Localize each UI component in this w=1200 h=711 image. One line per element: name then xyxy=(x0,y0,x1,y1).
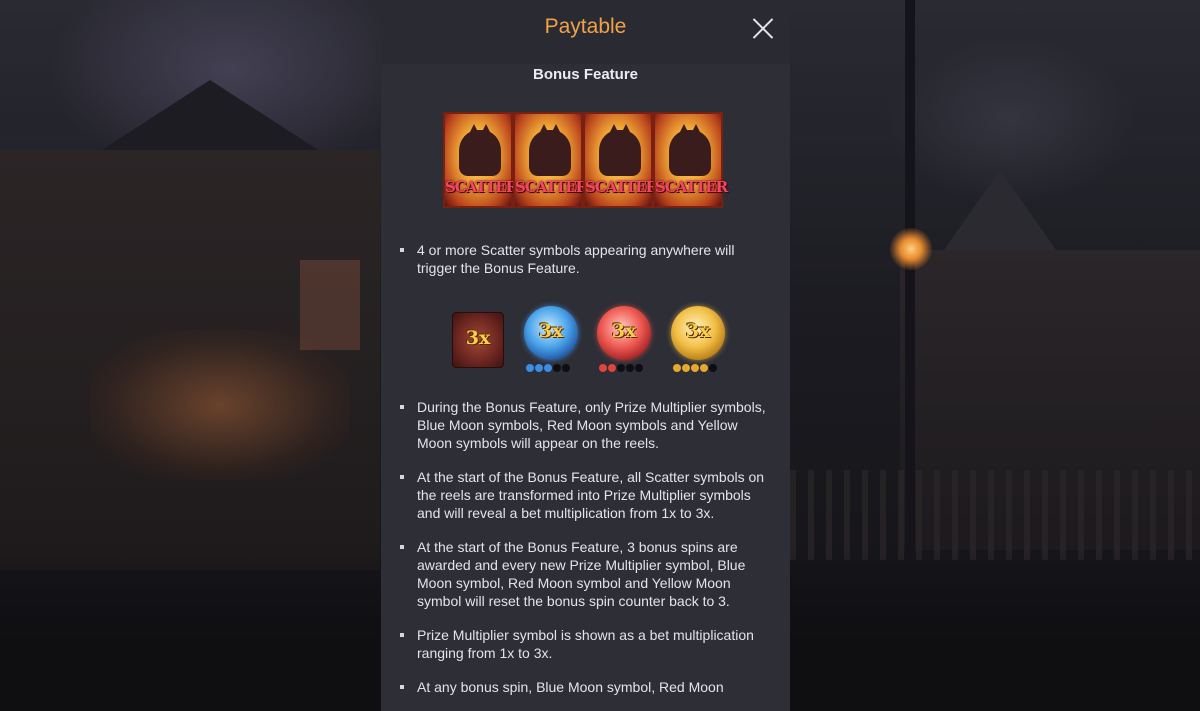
street-lamp xyxy=(890,228,932,270)
werewolf-icon xyxy=(599,124,641,176)
prize-multiplier-symbol: 3x xyxy=(452,312,504,368)
scatter-label: SCATTER xyxy=(445,178,518,196)
porch-light-glow xyxy=(90,330,350,480)
yellow-moon-level-dots xyxy=(673,364,717,372)
red-moon-symbol: 3x xyxy=(597,306,651,360)
scatter-label: SCATTER xyxy=(585,178,658,196)
dot-empty xyxy=(635,364,643,372)
yellow-moon-value: 3x xyxy=(685,320,711,342)
dot-filled xyxy=(526,364,534,372)
paytable-dialog: Paytable Bonus Feature SCATTER SCATTER S… xyxy=(381,0,790,711)
dot-filled xyxy=(608,364,616,372)
house-window xyxy=(300,260,360,350)
fence xyxy=(790,470,1200,560)
dot-empty xyxy=(562,364,570,372)
dot-empty xyxy=(626,364,634,372)
werewolf-icon xyxy=(669,124,711,176)
yellow-moon-symbol: 3x xyxy=(671,306,725,360)
close-icon[interactable] xyxy=(747,12,779,44)
dot-filled xyxy=(544,364,552,372)
bullet-item: Prize Multiplier symbol is shown as a be… xyxy=(399,626,769,662)
bullet-item: 4 or more Scatter symbols appearing anyw… xyxy=(399,241,769,277)
paytable-content[interactable]: Bonus Feature SCATTER SCATTER SCATTER SC… xyxy=(381,64,790,711)
dot-filled xyxy=(673,364,681,372)
bullet-list-bonus: During the Bonus Feature, only Prize Mul… xyxy=(399,398,769,711)
bonus-symbols-row: 3x 3x 3x 3x xyxy=(449,306,733,376)
blue-moon-level-dots xyxy=(526,364,570,372)
bullet-item: During the Bonus Feature, only Prize Mul… xyxy=(399,398,769,452)
dot-filled xyxy=(691,364,699,372)
scatter-symbol: SCATTER xyxy=(583,112,658,208)
dialog-title: Paytable xyxy=(544,15,627,38)
werewolf-icon xyxy=(459,124,501,176)
scatter-label: SCATTER xyxy=(655,178,728,196)
dot-filled xyxy=(535,364,543,372)
dot-filled xyxy=(682,364,690,372)
red-moon-value: 3x xyxy=(611,320,637,342)
dialog-header: Paytable xyxy=(381,0,790,64)
scatter-symbol: SCATTER xyxy=(653,112,728,208)
werewolf-icon xyxy=(529,124,571,176)
bullet-item: At the start of the Bonus Feature, all S… xyxy=(399,468,769,522)
scatter-symbol: SCATTER xyxy=(443,112,518,208)
dot-empty xyxy=(709,364,717,372)
scatter-symbols-row: SCATTER SCATTER SCATTER SCATTER xyxy=(443,112,728,208)
section-title: Bonus Feature xyxy=(532,66,638,83)
dot-empty xyxy=(617,364,625,372)
dot-filled xyxy=(599,364,607,372)
blue-moon-symbol: 3x xyxy=(524,306,578,360)
bullet-list-scatter: 4 or more Scatter symbols appearing anyw… xyxy=(399,241,769,293)
bullet-item: At the start of the Bonus Feature, 3 bon… xyxy=(399,538,769,610)
red-moon-level-dots xyxy=(599,364,643,372)
scatter-symbol: SCATTER xyxy=(513,112,588,208)
blue-moon-value: 3x xyxy=(538,320,564,342)
scatter-label: SCATTER xyxy=(515,178,588,196)
bullet-item: At any bonus spin, Blue Moon symbol, Red… xyxy=(399,678,769,696)
dot-filled xyxy=(700,364,708,372)
dot-empty xyxy=(553,364,561,372)
prize-multiplier-value: 3x xyxy=(465,327,491,349)
